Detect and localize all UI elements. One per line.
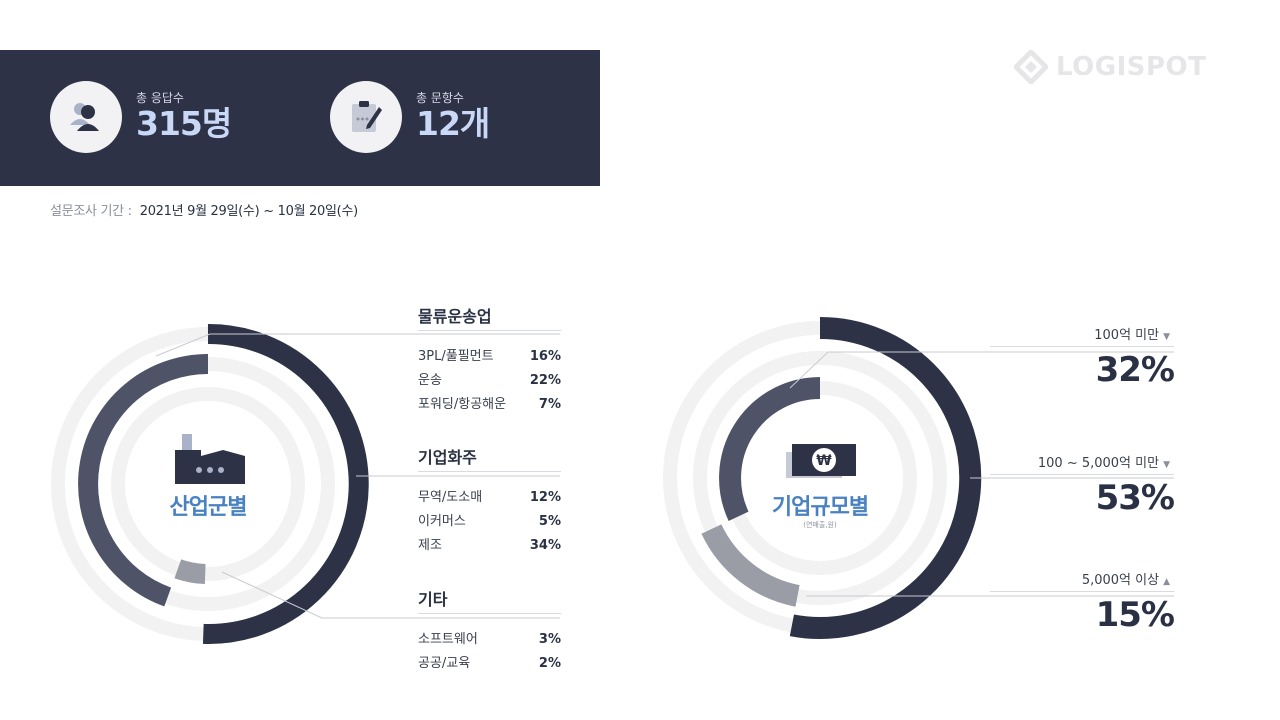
questions-value: 12개: [416, 104, 490, 143]
legend-name: 3PL/풀필먼트: [418, 349, 494, 364]
legend-name: 포워딩/항공해운: [418, 397, 507, 412]
legend-name: 제조: [418, 538, 442, 553]
survey-period-label: 설문조사 기간 :: [50, 204, 132, 219]
legend-value: 7%: [538, 397, 561, 412]
size-label: 100억 미만: [1094, 328, 1160, 343]
legend-value: 16%: [529, 349, 561, 364]
donut-segment-2: [174, 559, 206, 584]
size-center-sub: (연매출,원): [803, 521, 837, 529]
legend-row: 공공/교육 2%: [418, 652, 561, 676]
size-item-small: 100억 미만 ▼ 32%: [990, 326, 1175, 393]
questions-label: 총 문항수: [416, 91, 464, 105]
won-bill-icon: ₩: [786, 444, 856, 478]
caret-down-icon: ▼: [1163, 332, 1170, 342]
legend-row: 이커머스 5%: [418, 510, 561, 534]
industry-group-other: 기타 소프트웨어 3% 공공/교육 2%: [418, 589, 561, 676]
legend-row: 무역/도소매 12%: [418, 486, 561, 510]
size-item-large: 5,000억 이상 ▲ 15%: [990, 571, 1175, 638]
clipboard-pen-icon: [330, 81, 402, 153]
size-item-medium: 100 ~ 5,000억 미만 ▼ 53%: [990, 454, 1175, 521]
diamond-logo-icon: [1014, 50, 1048, 84]
legend-name: 이커머스: [418, 514, 466, 529]
legend-value: 3%: [538, 632, 561, 647]
logispot-logo: LOGISPOT: [1014, 50, 1206, 84]
legend-value: 34%: [529, 538, 561, 553]
legend-value: 22%: [529, 373, 561, 388]
svg-text:₩: ₩: [816, 453, 832, 469]
logo-text: LOGISPOT: [1056, 52, 1207, 82]
legend-value: 2%: [538, 656, 561, 671]
size-label: 100 ~ 5,000억 미만: [1037, 456, 1160, 471]
legend-row: 제조 34%: [418, 534, 561, 558]
industry-group-shipper: 기업화주 무역/도소매 12% 이커머스 5% 제조 34%: [418, 447, 561, 558]
factory-icon: [175, 434, 245, 484]
industry-group-logistics: 물류운송업 3PL/풀필먼트 16% 운송 22% 포워딩/항공해운 7%: [418, 306, 561, 417]
industry-center-label: 산업군별: [169, 495, 248, 520]
size-value: 32%: [1095, 350, 1175, 390]
size-label: 5,000억 이상: [1081, 573, 1160, 588]
legend-title: 기타: [418, 589, 561, 614]
legend-value: 5%: [538, 514, 561, 529]
size-value: 15%: [1095, 595, 1175, 635]
person-icon: [50, 81, 122, 153]
legend-title: 기업화주: [418, 447, 561, 472]
legend-row: 운송 22%: [418, 369, 561, 393]
legend-row: 3PL/풀필먼트 16%: [418, 345, 561, 369]
legend-title: 물류운송업: [418, 306, 561, 331]
size-center-label: 기업규모별: [771, 495, 869, 520]
legend-name: 공공/교육: [418, 656, 471, 671]
size-value: 53%: [1095, 478, 1175, 518]
legend-row: 소프트웨어 3%: [418, 628, 561, 652]
survey-period-value: 2021년 9월 29일(수) ~ 10월 20일(수): [139, 204, 358, 219]
survey-period: 설문조사 기간 : 2021년 9월 29일(수) ~ 10월 20일(수): [50, 200, 358, 219]
legend-name: 무역/도소매: [418, 490, 483, 505]
respondents-label: 총 응답수: [136, 91, 184, 105]
respondents-value: 315명: [136, 104, 232, 143]
legend-name: 운송: [418, 373, 442, 388]
respondents-stat: 총 응답수 315명: [50, 81, 232, 153]
legend-value: 12%: [529, 490, 561, 505]
caret-up-icon: ▲: [1163, 577, 1170, 587]
summary-banner: 총 응답수 315명 총 문항수 12개: [0, 50, 600, 186]
caret-down-icon: ▼: [1163, 460, 1170, 470]
legend-name: 소프트웨어: [418, 632, 478, 647]
legend-row: 포워딩/항공해운 7%: [418, 393, 561, 417]
questions-stat: 총 문항수 12개: [330, 81, 490, 153]
